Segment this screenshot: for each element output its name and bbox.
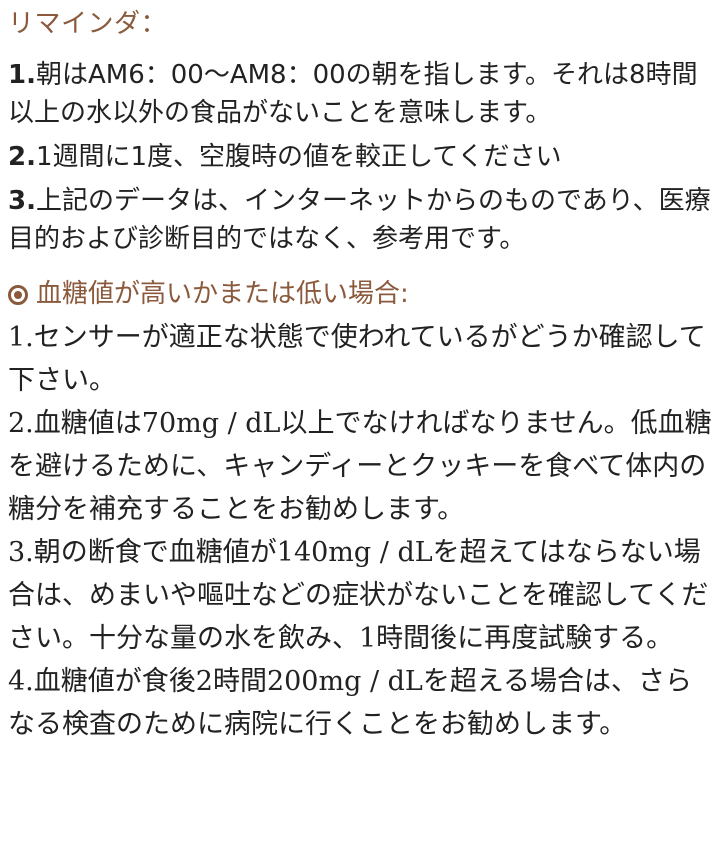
advice-item: 4.血糖値が食後2時間200mg / dLを超える場合は、さらなる検査のために病… [8,666,693,740]
reminder-item-text: 上記のデータは、インターネットからのものであり、医療目的および診断目的ではなく、… [8,186,711,254]
reminder-heading: リマインダ： [8,9,168,39]
reminder-item-text: 1週間に1度、空腹時の値を較正してください [35,142,562,172]
reminder-list: 1.朝はAM6：00〜AM8：00の朝を指します。それは8時間以上の水以外の食品… [8,56,712,258]
reminder-item-number: 2. [8,142,36,172]
advice-item: 2.血糖値は70mg / dL以上でなければなりません。低血糖を避けるために、キ… [8,408,712,525]
reminder-item: 1.朝はAM6：00〜AM8：00の朝を指します。それは8時間以上の水以外の食品… [8,56,712,132]
glucose-advice-section: 血糖値が高いかまたは低い場合: 1.センサーが適正な状態で使われているがどうか確… [8,278,712,746]
advice-item: 1.センサーが適正な状態で使われているがどうか確認して下さい。 [8,322,706,396]
reminder-item-number: 3. [8,186,36,216]
bullseye-icon [8,285,28,305]
advice-item: 3.朝の断食で血糖値が140mg / dLを超えてはならない場合は、めまいや嘔吐… [8,537,709,654]
reminder-item-number: 1. [8,60,36,90]
reminder-item: 2.1週間に1度、空腹時の値を較正してください [8,138,712,176]
glucose-advice-heading-text: 血糖値が高いかまたは低い場合: [36,279,409,309]
reminder-item-text: 朝はAM6：00〜AM8：00の朝を指します。それは8時間以上の水以外の食品がな… [8,60,698,128]
glucose-advice-heading: 血糖値が高いかまたは低い場合: [8,278,712,310]
glucose-advice-list: 1.センサーが適正な状態で使われているがどうか確認して下さい。 2.血糖値は70… [8,316,712,746]
reminder-item: 3.上記のデータは、インターネットからのものであり、医療目的および診断目的ではな… [8,182,712,258]
page-content: リマインダ： 1.朝はAM6：00〜AM8：00の朝を指します。それは8時間以上… [8,0,712,746]
